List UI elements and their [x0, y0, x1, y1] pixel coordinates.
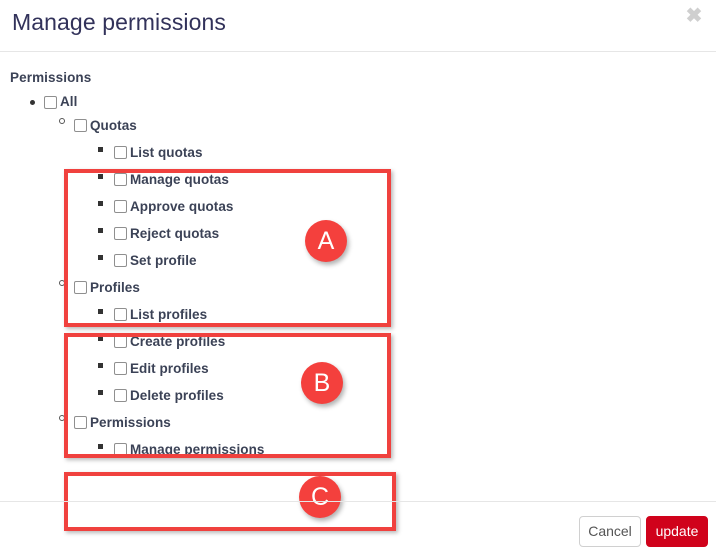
list-item: Manage quotas: [74, 166, 716, 193]
profiles-item-row[interactable]: Edit profiles: [98, 355, 716, 382]
label-delete-profiles: Delete profiles: [130, 387, 224, 403]
tree-node-profiles: Profiles List profiles Create profiles E…: [44, 274, 716, 409]
list-item: Set profile: [74, 247, 716, 274]
checkbox-create-profiles[interactable]: [114, 335, 127, 348]
quotas-item-row[interactable]: Approve quotas: [98, 193, 716, 220]
checkbox-reject-quotas[interactable]: [114, 227, 127, 240]
tree-node-quotas: Quotas List quotas Manage quotas Approve…: [44, 112, 716, 274]
label-reject-quotas: Reject quotas: [130, 225, 220, 241]
checkbox-list-profiles[interactable]: [114, 308, 127, 321]
checkbox-all[interactable]: [44, 95, 57, 109]
quotas-item-row[interactable]: Reject quotas: [98, 220, 716, 247]
profiles-item-row[interactable]: Create profiles: [98, 328, 716, 355]
permissions-section-label: Permissions: [10, 70, 92, 85]
checkbox-edit-profiles[interactable]: [114, 362, 127, 375]
label-edit-profiles: Edit profiles: [130, 360, 209, 376]
label-permissions: Permissions: [90, 414, 171, 430]
label-list-profiles: List profiles: [130, 306, 208, 322]
manage-permissions-dialog: Manage permissions ✖ Permissions All Quo…: [0, 0, 716, 558]
update-button[interactable]: update: [646, 516, 708, 547]
list-item: Reject quotas: [74, 220, 716, 247]
label-quotas: Quotas: [90, 117, 137, 133]
checkbox-delete-profiles[interactable]: [114, 389, 127, 402]
permissions-item-row[interactable]: Manage permissions: [98, 436, 716, 463]
label-profiles: Profiles: [90, 279, 140, 295]
checkbox-permissions[interactable]: [74, 416, 87, 429]
checkbox-manage-permissions[interactable]: [114, 443, 127, 456]
list-item: Edit profiles: [74, 355, 716, 382]
quotas-item-row[interactable]: List quotas: [98, 139, 716, 166]
dialog-title: Manage permissions: [12, 9, 227, 35]
label-approve-quotas: Approve quotas: [130, 198, 234, 214]
all-row[interactable]: All: [30, 92, 716, 112]
label-manage-quotas: Manage quotas: [130, 171, 229, 187]
label-create-profiles: Create profiles: [130, 333, 226, 349]
checkbox-list-quotas[interactable]: [114, 146, 127, 159]
label-manage-permissions: Manage permissions: [130, 441, 265, 457]
annotation-badge-b: B: [301, 362, 343, 404]
permissions-root-list: All Quotas List quotas Manage quotas App…: [0, 92, 716, 463]
dialog-footer: Cancel update: [0, 501, 716, 558]
permissions-row[interactable]: Permissions: [59, 409, 716, 436]
checkbox-set-profile[interactable]: [114, 254, 127, 267]
list-item: Create profiles: [74, 328, 716, 355]
permissions-tree: All Quotas List quotas Manage quotas App…: [0, 92, 716, 463]
list-item: List profiles: [74, 301, 716, 328]
checkbox-manage-quotas[interactable]: [114, 173, 127, 186]
permissions-item-list: Manage permissions: [74, 436, 716, 463]
quotas-row[interactable]: Quotas: [59, 112, 716, 139]
list-item: Approve quotas: [74, 193, 716, 220]
cancel-button[interactable]: Cancel: [579, 516, 641, 547]
checkbox-profiles[interactable]: [74, 281, 87, 294]
quotas-item-row[interactable]: Manage quotas: [98, 166, 716, 193]
profiles-item-row[interactable]: Delete profiles: [98, 382, 716, 409]
checkbox-quotas[interactable]: [74, 119, 87, 132]
tree-node-all: All Quotas List quotas Manage quotas App…: [0, 92, 716, 463]
profiles-item-list: List profiles Create profiles Edit profi…: [74, 301, 716, 409]
profiles-row[interactable]: Profiles: [59, 274, 716, 301]
list-item: Manage permissions: [74, 436, 716, 463]
group-list: Quotas List quotas Manage quotas Approve…: [44, 112, 716, 463]
tree-node-permissions: Permissions Manage permissions: [44, 409, 716, 463]
label-set-profile: Set profile: [130, 252, 197, 268]
checkbox-approve-quotas[interactable]: [114, 200, 127, 213]
label-list-quotas: List quotas: [130, 144, 203, 160]
close-icon[interactable]: ✖: [681, 3, 707, 29]
dialog-header: Manage permissions ✖: [0, 0, 716, 52]
profiles-item-row[interactable]: List profiles: [98, 301, 716, 328]
list-item: List quotas: [74, 139, 716, 166]
annotation-badge-a: A: [305, 220, 347, 262]
quotas-item-row[interactable]: Set profile: [98, 247, 716, 274]
label-all: All: [60, 94, 78, 109]
list-item: Delete profiles: [74, 382, 716, 409]
dialog-body: Permissions All Quotas List quotas Manag…: [0, 52, 716, 558]
quotas-item-list: List quotas Manage quotas Approve quotas…: [74, 139, 716, 274]
